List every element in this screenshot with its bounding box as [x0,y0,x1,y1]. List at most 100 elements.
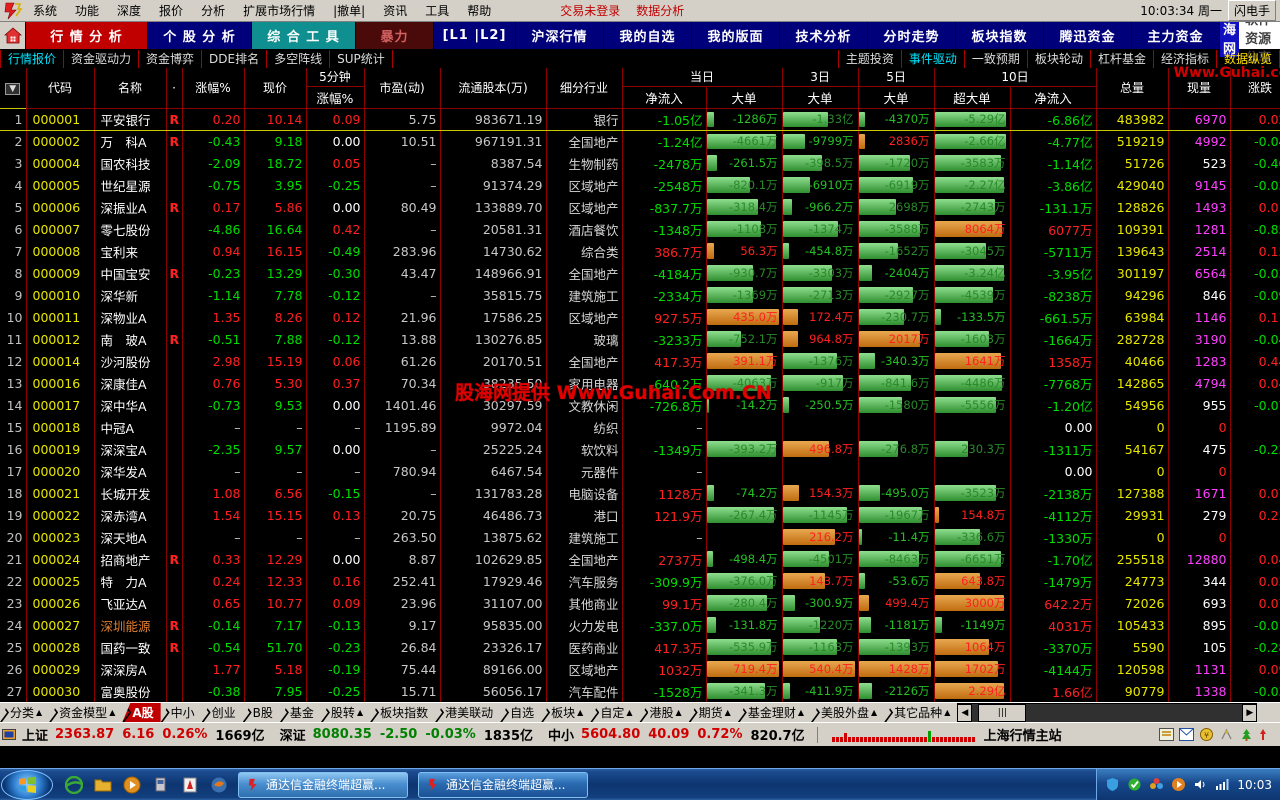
header-today-netin[interactable]: 净流入 [622,86,707,109]
bottom-tab-3[interactable]: 中小 [160,703,202,722]
header-sort-toggle[interactable]: ▼ [0,68,27,108]
header-total-volume[interactable]: 总量 [1096,68,1169,109]
header-5d-bigorder[interactable]: 大单 [858,86,935,109]
note-icon[interactable] [1159,727,1174,742]
table-row[interactable]: 2 000002 万 科A R -0.43 9.18 0.00 10.51 967191.31 全… [0,130,1280,152]
header-code[interactable]: 代码 [26,68,95,109]
table-row[interactable]: 17000020深华发A–––780.946467.54元器件–0.0000– [0,460,1280,482]
taskbar-window-1[interactable]: 通达信金融终端超赢... [418,771,588,798]
bottom-tab-scrollbar[interactable]: ◀ ||| ▶ [957,703,1258,722]
table-row[interactable]: 1 000001 平安银行 R 0.20 10.14 0.09 5.75 983671.19 银行… [0,107,1280,131]
bottom-tab-8[interactable]: 板块指数 [370,703,436,722]
table-row[interactable]: 7 000008 宝利来 0.94 16.15 -0.49 283.96 14730.62 综合… [0,240,1280,262]
table-row[interactable]: 4 000005 世纪星源 -0.75 3.95 -0.25–91374.29 区域地产 -2… [0,174,1280,196]
media-player-icon[interactable] [123,776,141,794]
nav-btn-8[interactable]: 技术分析 [780,22,868,49]
firefox-icon[interactable] [210,776,228,794]
table-row[interactable]: 25 000028 国药一致 R -0.54 51.70 -0.23 26.84 23326.1… [0,636,1280,658]
table-row[interactable]: 12 000014 沙河股份 2.98 15.19 0.06 61.26 20170.51 全国… [0,350,1280,372]
scroll-track[interactable]: ||| [972,703,1243,722]
nav-btn-10[interactable]: 板块指数 [956,22,1044,49]
nav-btn-9[interactable]: 分时走势 [868,22,956,49]
table-row[interactable]: 18 000021 长城开发 1.08 6.56 -0.15–131783.28 电脑设备 1… [0,482,1280,504]
table-row[interactable]: 24 000027 深圳能源 R -0.14 7.17 -0.13 9.17 95835.00 火… [0,614,1280,636]
tray-network-icon[interactable] [1215,777,1230,792]
menu-item-9[interactable]: 帮助 [458,0,500,21]
subtab-left-3[interactable]: DDE排名 [202,50,268,68]
table-row[interactable]: 21 000024 招商地产 R 0.33 12.29 0.00 8.87 102629.85 全… [0,548,1280,570]
header-5min-top[interactable]: 5分钟 [306,68,365,87]
table-row[interactable]: 27 000030 富奥股份 -0.38 7.95 -0.25 15.71 56056.17 汽… [0,680,1280,702]
nav-btn-0[interactable]: 行 情 分 析 [26,22,148,49]
nav-btn-5[interactable]: 沪深行情 [516,22,604,49]
subtab-right-5[interactable]: 经济指标 [1154,50,1217,68]
taskbar-window-0[interactable]: 通达信金融终端超赢... [238,771,408,798]
subtab-left-4[interactable]: 多空阵线 [267,50,331,68]
header-float-cap[interactable]: 流通股本(万) [440,68,547,109]
subtab-right-2[interactable]: 一致预期 [965,50,1028,68]
bottom-tab-2[interactable]: A股 [122,703,161,722]
menu-item-6[interactable]: |撤单| [324,0,374,21]
bottom-tab-0[interactable]: 分类 ▲ [0,703,50,722]
subtab-right-1[interactable]: 事件驱动 [902,50,965,68]
header-industry[interactable]: 细分行业 [546,68,623,109]
bottom-tab-6[interactable]: 基金 [279,703,321,722]
header-today-bigorder[interactable]: 大单 [706,86,783,109]
table-row[interactable]: 16 000019 深深宝A -2.35 9.57 0.00–25225.24 软饮料 -13… [0,438,1280,460]
header-price[interactable]: 现价 [244,68,307,109]
menu-item-2[interactable]: 深度 [108,0,150,21]
start-button[interactable] [1,769,53,800]
subtab-right-4[interactable]: 杠杆基金 [1091,50,1154,68]
data-analysis-label[interactable]: 数据分析 [628,0,692,21]
subtab-right-6[interactable]: 数据纵览 [1217,50,1280,68]
table-row[interactable]: 15000018中冠A–––1195.899972.04纺织–0.0000– [0,416,1280,438]
header-change-pct[interactable]: 涨幅% [182,68,245,109]
lightning-trade-button[interactable]: 闪电手 [1227,0,1276,21]
bottom-tab-16[interactable]: 美股外盘 ▲ [811,703,885,722]
bottom-tab-10[interactable]: 自选 [500,703,542,722]
header-10d-netin[interactable]: 净流入 [1010,86,1097,109]
coin-icon[interactable]: ¥ [1199,727,1214,742]
menu-item-0[interactable]: 系统 [24,0,66,21]
scroll-right-button[interactable]: ▶ [1242,703,1258,722]
red-app-icon[interactable] [181,776,199,794]
tray-volume-icon[interactable] [1193,777,1208,792]
scroll-left-button[interactable]: ◀ [957,703,973,722]
table-row[interactable]: 10 000011 深物业A 1.35 8.26 0.12 21.96 17586.25 区域地… [0,306,1280,328]
bottom-tab-17[interactable]: 其它品种 ▲ [884,703,958,722]
arrow-up-icon[interactable] [1259,728,1274,742]
table-row[interactable]: 22 000025 特 力A 0.24 12.33 0.16 252.41 17929.46 汽… [0,570,1280,592]
table-row[interactable]: 20 000023 深天地A – – –263.50 13875.62 建筑施工 –216.2万… [0,526,1280,548]
subtab-left-0[interactable]: 行情报价 [0,50,65,68]
table-row[interactable]: 26 000029 深深房A 1.77 5.18 -0.19 75.44 89166.00 区域… [0,658,1280,680]
scroll-thumb[interactable]: ||| [978,703,1027,722]
bottom-tab-14[interactable]: 期货 ▲ [688,703,738,722]
bottom-tab-13[interactable]: 港股 ▲ [639,703,689,722]
bottom-tab-7[interactable]: 股转 ▲ [320,703,371,722]
table-row[interactable]: 23 000026 飞亚达A 0.65 10.77 0.09 23.96 31107.00 其他… [0,592,1280,614]
tray-green-icon[interactable] [1127,777,1142,792]
bottom-tab-12[interactable]: 自定 ▲ [590,703,640,722]
tray-flower-icon[interactable] [1149,777,1164,792]
menu-item-8[interactable]: 工具 [416,0,458,21]
subtab-left-5[interactable]: SUP统计 [330,50,393,68]
nav-btn-7[interactable]: 我的版面 [692,22,780,49]
menu-item-1[interactable]: 功能 [66,0,108,21]
tree-icon[interactable] [1239,728,1254,742]
nav-btn-1[interactable]: 个 股 分 析 [148,22,252,49]
folder-icon[interactable] [94,776,112,794]
bottom-tab-11[interactable]: 板块 ▲ [541,703,591,722]
menu-item-4[interactable]: 分析 [192,0,234,21]
bottom-tab-15[interactable]: 基金理财 ▲ [737,703,811,722]
taskbar-clock[interactable]: 10:03 [1237,778,1272,792]
header-10d-superorder[interactable]: 超大单 [934,86,1011,109]
table-row[interactable]: 6 000007 零七股份 -4.86 16.64 0.42–20581.31 酒店餐饮 -1… [0,218,1280,240]
bottom-tab-4[interactable]: 创业 [201,703,243,722]
menu-item-3[interactable]: 报价 [150,0,192,21]
header-name[interactable]: 名称 [94,68,167,109]
tray-media-icon[interactable] [1171,777,1186,792]
tray-shield-icon[interactable] [1105,777,1120,792]
nav-btn-3[interactable]: 暴力 [356,22,434,49]
header-pe[interactable]: 市盈(动) [364,68,441,109]
signal-icon[interactable] [1219,728,1234,742]
